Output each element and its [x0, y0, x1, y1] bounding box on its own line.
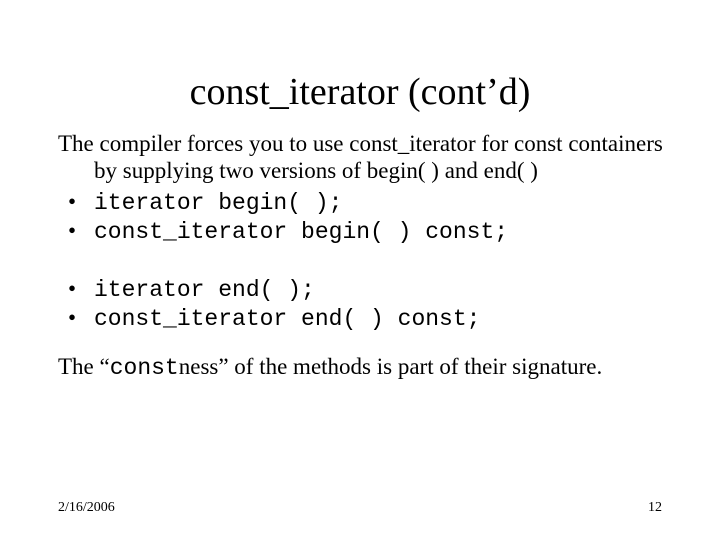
code-line: const_iterator end( ) const; [94, 306, 480, 332]
bullet-item: const_iterator end( ) const; [58, 304, 678, 333]
code-line: iterator end( ); [94, 277, 315, 303]
spacer [58, 247, 678, 275]
bullet-item: iterator begin( ); [58, 188, 678, 217]
code-line: const_iterator begin( ) const; [94, 219, 508, 245]
closing-paragraph: The “constness” of the methods is part o… [58, 353, 678, 382]
slide-title: const_iterator (cont’d) [0, 70, 720, 114]
bullet-item: const_iterator begin( ) const; [58, 217, 678, 246]
footer-page-number: 12 [648, 500, 662, 516]
slide-body: The compiler forces you to use const_ite… [58, 130, 678, 386]
text-fragment: ness” of the methods is part of their si… [179, 354, 602, 379]
bullet-item: iterator end( ); [58, 275, 678, 304]
code-line: iterator begin( ); [94, 190, 342, 216]
spacer [58, 333, 678, 353]
code-inline: const [110, 355, 179, 381]
footer-date: 2/16/2006 [58, 500, 115, 516]
text-fragment: The “ [58, 354, 110, 379]
intro-paragraph: The compiler forces you to use const_ite… [58, 130, 678, 184]
slide: const_iterator (cont’d) The compiler for… [0, 0, 720, 540]
